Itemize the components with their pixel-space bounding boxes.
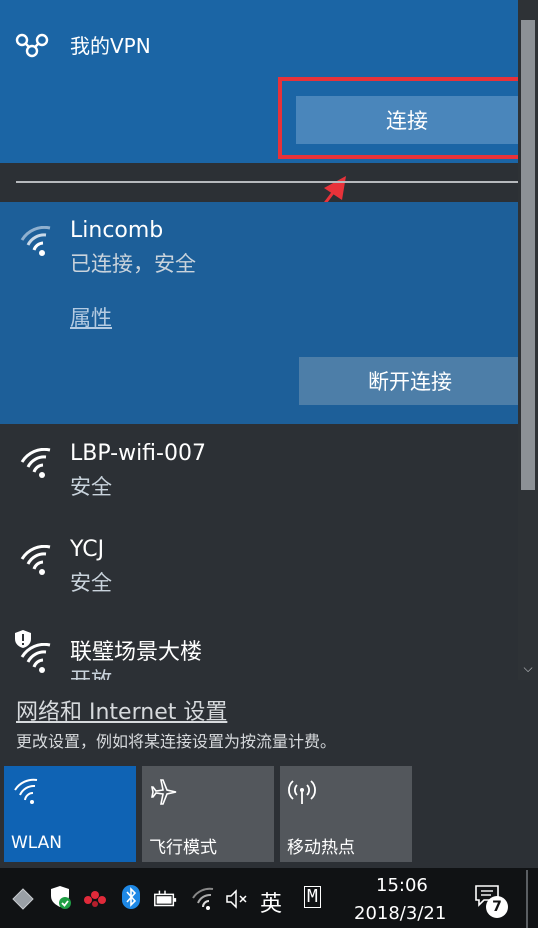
bluetooth-icon[interactable] [118,884,144,910]
tile-label: WLAN [11,833,63,853]
wifi-signal-icon [20,226,51,256]
network-status: 安全 [70,571,112,595]
ime-language-indicator[interactable]: 英 [260,886,282,918]
network-status: 开放 [70,668,112,680]
clock-time[interactable]: 15:06 [376,875,428,896]
notification-count-badge: 7 [486,896,508,918]
settings-description: 更改设置，例如将某连接设置为按流量计费。 [16,732,337,751]
divider [16,181,518,183]
mobile-hotspot-toggle[interactable]: 移动热点 [280,766,412,862]
ime-mode-indicator[interactable]: M [304,886,321,908]
vpn-name: 我的VPN [70,34,151,58]
disconnect-button[interactable]: 断开连接 [299,357,521,405]
wifi-tray-icon[interactable] [190,886,216,912]
airplane-mode-toggle[interactable]: 飞行模式 [142,766,274,862]
shield-warning-icon [15,630,31,648]
network-settings-link[interactable]: 网络和 Internet 设置 [16,694,227,726]
wifi-signal-icon [20,448,51,478]
wlan-toggle[interactable]: WLAN [4,766,136,862]
network-status: 安全 [70,475,112,499]
network-name: YCJ [70,537,105,562]
connected-network-name: Lincomb [70,218,164,243]
properties-link[interactable]: 属性 [70,302,112,332]
battery-icon[interactable] [152,886,178,912]
network-name: 联璧场景大楼 [70,640,203,665]
tile-label: 移动热点 [287,838,355,858]
scrollbar[interactable]: ⌵ [518,0,538,680]
security-shield-icon[interactable] [48,884,74,910]
clock-date[interactable]: 2018/3/21 [354,903,446,924]
vpn-icon [15,33,49,58]
scrollbar-thumb[interactable] [521,20,535,490]
show-desktop-divider [526,870,528,928]
connected-network-status: 已连接，安全 [70,252,196,276]
tile-label: 飞行模式 [149,838,217,858]
scroll-down-icon[interactable]: ⌵ [518,658,538,678]
wifi-icon [14,778,38,804]
notification-center-button[interactable]: 7 [474,884,508,918]
volume-muted-icon[interactable] [224,886,250,912]
diamond-icon[interactable] [10,886,36,912]
network-flyout: 我的VPN 连接 Lincomb 已连接，安全 属性 断开连接 LBP-wifi… [0,0,538,868]
network-name: LBP-wifi-007 [70,441,206,466]
hotspot-icon [288,780,316,804]
network-item[interactable]: 联璧场景大楼 开放 [0,625,518,680]
app-tray-icon[interactable] [82,886,108,912]
highlight-box [278,77,537,159]
wifi-signal-icon [20,545,51,575]
airplane-icon [151,779,177,805]
